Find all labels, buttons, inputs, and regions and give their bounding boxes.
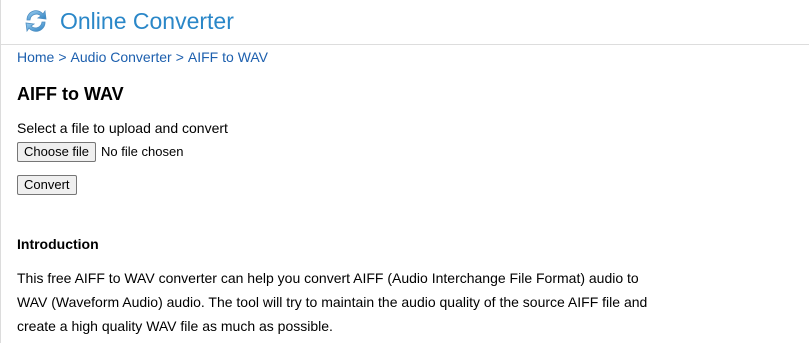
file-input[interactable]: Choose file No file chosen — [17, 142, 183, 162]
breadcrumb-audio-converter-link[interactable]: Audio Converter — [71, 49, 172, 65]
upload-label: Select a file to upload and convert — [17, 120, 228, 136]
breadcrumb: Home > Audio Converter > AIFF to WAV — [17, 48, 268, 66]
breadcrumb-separator: > — [175, 49, 184, 65]
choose-file-button[interactable]: Choose file — [17, 142, 97, 162]
breadcrumb-separator: > — [58, 49, 67, 65]
file-status-text: No file chosen — [101, 144, 184, 159]
breadcrumb-home-link[interactable]: Home — [17, 49, 54, 65]
page: Online Converter Home > Audio Converter > AI… — [0, 0, 809, 343]
introduction-heading: Introduction — [17, 236, 99, 252]
brand-name[interactable]: Online Converter — [60, 6, 234, 36]
breadcrumb-current-page[interactable]: AIFF to WAV — [188, 49, 268, 65]
introduction-paragraph: This free AIFF to WAV converter can help… — [17, 270, 648, 334]
convert-button[interactable]: Convert — [17, 175, 77, 195]
page-title: AIFF to WAV — [17, 84, 124, 104]
refresh-arrows-icon[interactable] — [22, 7, 50, 35]
site-header: Online Converter — [1, 0, 809, 45]
